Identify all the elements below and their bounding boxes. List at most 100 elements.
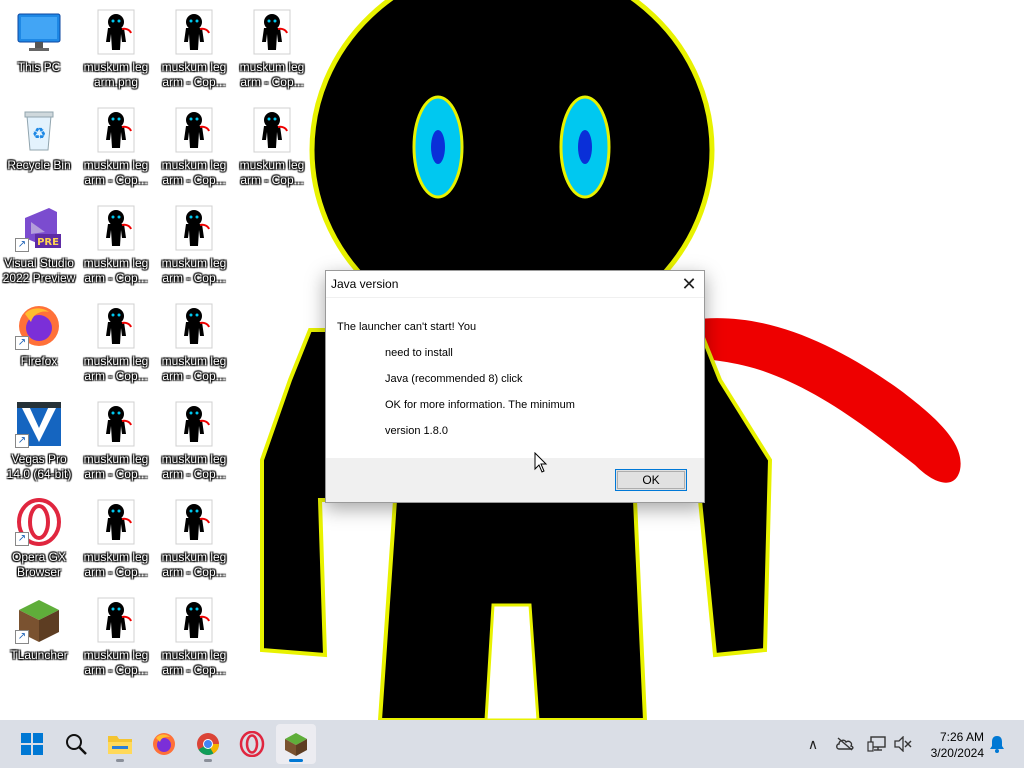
dialog-message-line: The launcher can't start! You bbox=[337, 321, 477, 333]
volume-tray-button[interactable] bbox=[892, 732, 914, 756]
visual-studio-preview-icon: PRE ↗ bbox=[15, 204, 63, 252]
shortcut-arrow-icon: ↗ bbox=[15, 238, 29, 252]
bell-icon bbox=[990, 736, 1004, 753]
opera-gx-button[interactable] bbox=[232, 724, 272, 764]
desktop-file-icon[interactable]: muskum leg arm - Cop... bbox=[156, 492, 232, 584]
clock-time: 7:26 AM bbox=[939, 730, 984, 744]
shortcut-arrow-icon: ↗ bbox=[15, 434, 29, 448]
dialog-message-line: OK for more information. The minimum bbox=[385, 399, 575, 411]
desktop-icon-label: muskum leg arm - Cop... bbox=[161, 550, 227, 579]
image-file-icon bbox=[248, 106, 296, 154]
shortcut-arrow-icon: ↗ bbox=[15, 630, 29, 644]
firefox-icon: ↗ bbox=[15, 302, 63, 350]
desktop-icon-visual-studio[interactable]: PRE ↗ Visual Studio 2022 Preview bbox=[1, 198, 77, 290]
file-explorer-button[interactable] bbox=[100, 724, 140, 764]
image-file-icon bbox=[170, 8, 218, 56]
desktop-icon-label: muskum leg arm - Cop... bbox=[239, 158, 305, 187]
desktop-icon-label: Recycle Bin bbox=[7, 158, 71, 172]
desktop-file-icon[interactable]: muskum leg arm - Cop... bbox=[78, 198, 154, 290]
image-file-icon bbox=[92, 302, 140, 350]
image-file-icon bbox=[170, 204, 218, 252]
pre-badge: PRE bbox=[37, 237, 59, 248]
desktop-icon-label: muskum leg arm - Cop... bbox=[239, 60, 305, 89]
shortcut-arrow-icon: ↗ bbox=[15, 532, 29, 546]
image-file-icon bbox=[170, 106, 218, 154]
desktop-file-icon[interactable]: muskum leg arm - Cop... bbox=[156, 394, 232, 486]
mouse-cursor-icon bbox=[534, 452, 548, 473]
desktop-icon-label: muskum leg arm - Cop... bbox=[83, 256, 149, 285]
taskbar: ∧ 7:26 AM 3/20/2024 bbox=[0, 720, 1024, 768]
ok-button[interactable]: OK bbox=[615, 469, 687, 491]
desktop-file-icon[interactable]: muskum leg arm - Cop... bbox=[156, 2, 232, 94]
shortcut-arrow-icon: ↗ bbox=[15, 336, 29, 350]
dialog-message-line: Java (recommended 8) click bbox=[385, 373, 523, 385]
network-tray-button[interactable] bbox=[866, 732, 888, 756]
tlauncher-icon bbox=[285, 733, 307, 756]
image-file-icon bbox=[92, 204, 140, 252]
recycle-bin-icon: ♻ bbox=[15, 106, 63, 154]
network-icon bbox=[867, 736, 886, 752]
start-button[interactable] bbox=[12, 724, 52, 764]
right-pupil bbox=[578, 130, 592, 164]
desktop-file-icon[interactable]: muskum leg arm - Cop... bbox=[156, 198, 232, 290]
show-hidden-icons-button[interactable]: ∧ bbox=[804, 732, 822, 756]
desktop-file-icon[interactable]: muskum leg arm - Cop... bbox=[78, 100, 154, 192]
dialog-body: The launcher can't start! You need to in… bbox=[326, 298, 704, 458]
desktop-icon-label: muskum leg arm - Cop... bbox=[83, 550, 149, 579]
desktop-file-icon[interactable]: muskum leg arm - Cop... bbox=[234, 100, 310, 192]
close-icon: ✕ bbox=[681, 274, 697, 294]
desktop-icon-recycle-bin[interactable]: ♻ Recycle Bin bbox=[1, 100, 77, 192]
left-pupil bbox=[431, 130, 445, 164]
onedrive-tray-button[interactable] bbox=[834, 732, 856, 756]
desktop-icon-label: muskum leg arm - Cop... bbox=[161, 256, 227, 285]
desktop-file-icon[interactable]: muskum leg arm - Cop... bbox=[78, 590, 154, 682]
close-button[interactable]: ✕ bbox=[674, 271, 704, 297]
running-indicator bbox=[116, 759, 124, 762]
desktop-file-icon[interactable]: muskum leg arm - Cop... bbox=[78, 394, 154, 486]
desktop-icon-label: Opera GX Browser bbox=[11, 550, 67, 579]
desktop-icon-label: muskum leg arm - Cop... bbox=[83, 452, 149, 481]
desktop-file-icon[interactable]: muskum leg arm - Cop... bbox=[156, 100, 232, 192]
image-file-icon bbox=[92, 596, 140, 644]
chrome-button[interactable] bbox=[188, 724, 228, 764]
monitor-icon bbox=[15, 8, 63, 56]
desktop-icon-label: Firefox bbox=[20, 354, 58, 368]
image-file-icon bbox=[170, 498, 218, 546]
taskbar-clock[interactable]: 7:26 AM 3/20/2024 bbox=[931, 729, 984, 761]
running-indicator bbox=[204, 759, 212, 762]
desktop-file-icon[interactable]: muskum leg arm - Cop... bbox=[156, 296, 232, 388]
chrome-icon bbox=[197, 733, 219, 755]
desktop-file-icon[interactable]: muskum leg arm.png bbox=[78, 2, 154, 94]
desktop-icon-firefox[interactable]: ↗ Firefox bbox=[1, 296, 77, 388]
desktop-icon-label: muskum leg arm - Cop... bbox=[83, 158, 149, 187]
firefox-icon bbox=[153, 733, 175, 755]
tlauncher-button[interactable] bbox=[276, 724, 316, 764]
desktop-icon-tlauncher[interactable]: ↗ TLauncher bbox=[1, 590, 77, 682]
dialog-message-line: version 1.8.0 bbox=[385, 425, 448, 437]
image-file-icon bbox=[170, 302, 218, 350]
tlauncher-icon: ↗ bbox=[15, 596, 63, 644]
image-file-icon bbox=[170, 596, 218, 644]
active-indicator bbox=[289, 759, 303, 762]
chevron-up-icon: ∧ bbox=[807, 735, 819, 752]
notifications-button[interactable] bbox=[986, 732, 1008, 756]
search-button[interactable] bbox=[56, 724, 96, 764]
opera-gx-icon: ↗ bbox=[15, 498, 63, 546]
desktop-file-icon[interactable]: muskum leg arm - Cop... bbox=[78, 492, 154, 584]
desktop-icon-vegas-pro[interactable]: ↗ Vegas Pro 14.0 (64-bit) bbox=[1, 394, 77, 486]
cloud-off-icon bbox=[836, 737, 854, 751]
desktop-file-icon[interactable]: muskum leg arm - Cop... bbox=[156, 590, 232, 682]
desktop-file-icon[interactable]: muskum leg arm - Cop... bbox=[78, 296, 154, 388]
desktop-icon-this-pc[interactable]: This PC bbox=[1, 2, 77, 94]
svg-text:♻: ♻ bbox=[32, 124, 46, 143]
desktop-file-icon[interactable]: muskum leg arm - Cop... bbox=[234, 2, 310, 94]
image-file-icon bbox=[92, 106, 140, 154]
image-file-icon bbox=[92, 498, 140, 546]
leg-gap-shape bbox=[484, 603, 540, 720]
desktop-icon-label: muskum leg arm - Cop... bbox=[83, 648, 149, 677]
firefox-button[interactable] bbox=[144, 724, 184, 764]
dialog-titlebar[interactable]: Java version ✕ bbox=[326, 271, 704, 297]
dialog-message-line: need to install bbox=[385, 347, 453, 359]
desktop-icon-label: Visual Studio 2022 Preview bbox=[2, 256, 76, 285]
desktop-icon-opera-gx[interactable]: ↗ Opera GX Browser bbox=[1, 492, 77, 584]
